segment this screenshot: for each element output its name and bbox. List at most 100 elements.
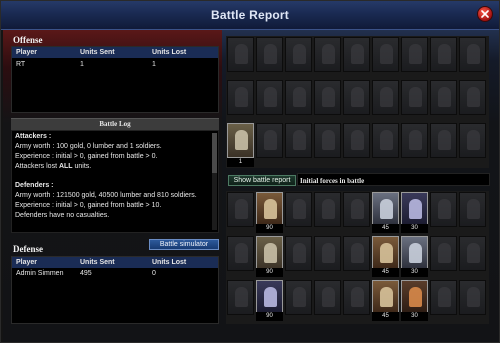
unit-slot[interactable] [256, 37, 283, 72]
title-bar: Battle Report [1, 1, 499, 30]
unit-slot[interactable] [343, 37, 370, 72]
unit-slot[interactable] [285, 236, 312, 271]
defenders-experience: Experience : initial > 0, gained from ba… [15, 202, 162, 209]
unit-slot[interactable] [459, 280, 486, 315]
defender-unit-lancer[interactable] [372, 236, 399, 271]
battle-log-title: Battle Log [99, 120, 131, 128]
offense-title: Offense [13, 35, 43, 45]
unit-slot[interactable] [227, 37, 254, 72]
battle-simulator-button[interactable]: Battle simulator [149, 239, 219, 250]
unit-slot[interactable] [314, 192, 341, 227]
offense-col-player: Player [16, 49, 38, 56]
offense-row-sent: 1 [80, 61, 84, 68]
defense-row-lost: 0 [152, 270, 156, 277]
unit-slot[interactable] [343, 192, 370, 227]
unit-slot[interactable] [343, 236, 370, 271]
attackers-experience: Experience : initial > 0, gained from ba… [15, 153, 158, 160]
defense-row-player: Admin Simmen [16, 270, 64, 277]
offense-row-lost: 1 [152, 61, 156, 68]
unit-slot[interactable] [285, 123, 312, 158]
defender-unit-archer[interactable] [256, 236, 283, 271]
unit-slot[interactable] [227, 236, 254, 271]
offense-col-lost: Units Lost [152, 49, 187, 56]
defenders-casualties: Defenders have no casualties. [15, 212, 110, 219]
battle-log[interactable]: Attackers : Army worth : 100 gold, 0 lum… [11, 130, 219, 233]
unit-slot[interactable] [256, 123, 283, 158]
defender-unit-grid: 90 45 30 90 45 30 90 45 30 [226, 191, 489, 324]
defender-count: 90 [256, 224, 283, 233]
unit-slot[interactable] [314, 37, 341, 72]
battle-log-scrollbar[interactable] [212, 133, 217, 230]
attacker-unit-active[interactable] [227, 123, 254, 158]
unit-slot[interactable] [401, 37, 428, 72]
unit-slot[interactable] [227, 192, 254, 227]
defender-count: 90 [256, 268, 283, 277]
defender-unit-sorcerer[interactable] [256, 280, 283, 315]
defender-unit-cavalry[interactable] [372, 192, 399, 227]
attackers-lost-prefix: Attackers lost [15, 163, 59, 170]
unit-slot[interactable] [459, 123, 486, 158]
offense-row-player: RT [16, 61, 26, 68]
defense-col-sent: Units Sent [80, 259, 115, 266]
unit-slot[interactable] [459, 236, 486, 271]
attackers-lost: Attackers lost ALL units. [15, 163, 91, 170]
unit-slot[interactable] [372, 123, 399, 158]
defense-row-sent: 495 [80, 270, 92, 277]
defender-unit-beast[interactable] [372, 280, 399, 315]
defense-col-lost: Units Lost [152, 259, 187, 266]
unit-slot[interactable] [372, 80, 399, 115]
unit-slot[interactable] [430, 123, 457, 158]
unit-slot[interactable] [314, 280, 341, 315]
defender-count: 45 [372, 224, 399, 233]
attacker-unit-grid: 1 [226, 36, 489, 168]
close-button[interactable] [477, 6, 493, 22]
unit-slot[interactable] [343, 280, 370, 315]
defenders-worth: Army worth : 121500 gold, 40500 lumber a… [15, 192, 197, 199]
offense-table: Player Units Sent Units Lost RT 1 1 [11, 46, 219, 113]
attackers-lost-bold: ALL [58, 163, 73, 170]
unit-slot[interactable] [401, 80, 428, 115]
unit-slot[interactable] [430, 236, 457, 271]
battle-log-header: Battle Log [11, 118, 219, 130]
show-battle-report-button[interactable]: Show battle report [228, 175, 296, 186]
window-title: Battle Report [211, 8, 289, 22]
defender-unit-dragon[interactable] [401, 280, 428, 315]
defender-count: 45 [372, 268, 399, 277]
defender-count: 90 [256, 312, 283, 321]
unit-slot[interactable] [430, 280, 457, 315]
unit-slot[interactable] [227, 280, 254, 315]
unit-slot[interactable] [285, 37, 312, 72]
scrollbar-thumb[interactable] [212, 133, 217, 173]
defender-count: 45 [372, 312, 399, 321]
offense-col-sent: Units Sent [80, 49, 115, 56]
defender-unit-swordsman[interactable] [256, 192, 283, 227]
unit-slot[interactable] [227, 80, 254, 115]
unit-slot[interactable] [459, 37, 486, 72]
defender-count: 30 [401, 312, 428, 321]
unit-slot[interactable] [430, 80, 457, 115]
unit-slot[interactable] [401, 123, 428, 158]
close-icon [481, 10, 489, 18]
unit-slot[interactable] [314, 236, 341, 271]
defender-count: 30 [401, 268, 428, 277]
unit-slot[interactable] [343, 123, 370, 158]
unit-slot[interactable] [314, 80, 341, 115]
unit-slot[interactable] [285, 280, 312, 315]
defender-unit-mage[interactable] [401, 236, 428, 271]
unit-slot[interactable] [459, 192, 486, 227]
unit-slot[interactable] [256, 80, 283, 115]
defender-unit-knight[interactable] [401, 192, 428, 227]
defense-table: Player Units Sent Units Lost Admin Simme… [11, 256, 219, 324]
unit-slot[interactable] [459, 80, 486, 115]
offense-table-header [12, 47, 218, 58]
unit-slot[interactable] [343, 80, 370, 115]
unit-slot[interactable] [430, 37, 457, 72]
unit-slot[interactable] [285, 192, 312, 227]
attackers-lost-suffix: units. [72, 163, 92, 170]
unit-slot[interactable] [285, 80, 312, 115]
attackers-heading: Attackers : [15, 133, 52, 140]
unit-slot[interactable] [372, 37, 399, 72]
battle-report-window: Battle Report Offense Player Units Sent … [0, 0, 500, 343]
unit-slot[interactable] [314, 123, 341, 158]
unit-slot[interactable] [430, 192, 457, 227]
